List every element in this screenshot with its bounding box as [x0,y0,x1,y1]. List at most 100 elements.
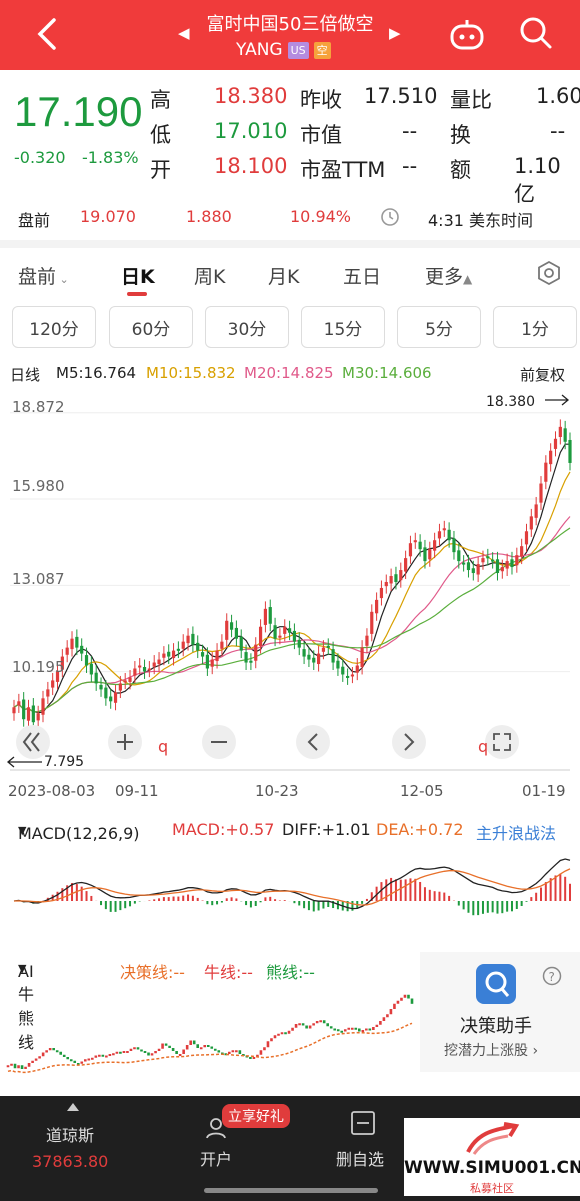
promo-badge[interactable]: 立享好礼 [222,1104,290,1128]
ai-candle [228,1051,231,1054]
tab-month[interactable]: 月K [268,262,299,289]
candle [89,663,93,675]
prev-stock-icon[interactable]: ◀ [178,24,190,42]
candle [254,644,258,661]
period-1m[interactable]: 1分 [493,306,577,348]
candle [442,528,446,531]
ai-candle [62,1054,66,1057]
ai-candle [238,1050,242,1054]
tab-week[interactable]: 周K [194,262,225,289]
candle [244,652,248,663]
ai-candle [185,1045,189,1050]
period-60m[interactable]: 60分 [109,306,193,348]
high-marker: 18.380 [486,394,535,410]
ai-candle [368,1028,372,1031]
candle [84,655,89,666]
ai-candle [175,1051,178,1054]
next-stock-icon[interactable]: ▶ [389,24,401,42]
event-q-icon[interactable]: q [478,737,488,756]
candle [336,660,340,669]
period-buttons: 120分 60分 30分 15分 5分 1分 [0,306,580,352]
caret-up-icon[interactable] [66,1102,80,1112]
open-label: 开 [150,158,171,182]
ai-candle [20,1065,24,1069]
premarket-change-pct: 10.94% [290,207,352,226]
y-tick-label: 10.195 [12,658,65,676]
watermark-site: WWW.SIMU001.CN [404,1158,580,1178]
candle [113,692,118,703]
candle [495,559,500,574]
period-120m[interactable]: 120分 [12,306,96,348]
ai-candle [365,1028,368,1031]
tab-premarket[interactable]: 盘前 ⌄ [18,262,69,289]
period-5m[interactable]: 5分 [397,306,481,348]
tab-more[interactable]: 更多▲ [425,262,472,289]
candle [534,504,538,518]
ai-candle [213,1048,217,1051]
ai-candle [375,1024,379,1027]
robot-icon[interactable] [448,16,486,52]
tab-day[interactable]: 日K [121,262,155,289]
help-icon[interactable]: ? [542,966,562,986]
index-name[interactable]: 道琼斯 [46,1122,94,1146]
low-marker: 7.795 [44,754,84,770]
chart-toolbar [16,725,519,759]
ai-candle [136,1047,140,1050]
search-icon[interactable] [518,15,554,51]
period-15m[interactable]: 15分 [301,306,385,348]
candle [205,654,209,669]
premarket-row: 盘前 19.070 1.880 10.94% 4:31 美东时间 [0,198,580,236]
ai-candle [133,1047,136,1050]
ai-candle [294,1024,298,1028]
candle [389,576,393,584]
ai-candle [312,1023,315,1026]
home-indicator [204,1188,378,1193]
candle [312,657,316,663]
candle [481,558,485,563]
candle [563,428,567,442]
pe-value: -- [402,154,418,178]
remove-watchlist-button[interactable]: 删自选 [336,1146,384,1170]
candle [94,672,98,684]
candle [31,705,35,723]
settings-icon[interactable] [536,260,562,286]
ai-candle [358,1028,361,1032]
candle [239,636,243,651]
x-tick-label: 10-23 [255,782,299,800]
macd-strategy-link[interactable]: 主升浪战法 [476,820,556,844]
ai-candle [287,1030,291,1034]
ai-candle [119,1051,122,1054]
ai-candle [322,1020,326,1024]
price-change: -0.320 [14,148,66,167]
prev-close-value: 17.510 [364,84,438,108]
ai-candle [329,1026,333,1029]
ai-candle [34,1058,38,1061]
open-account-button[interactable]: 开户 [200,1146,232,1170]
event-q-icon[interactable]: q [158,737,168,756]
kline-chart[interactable]: 18.872 15.980 13.087 10.195 18.380 7.795… [0,390,580,804]
mcap-label: 市值 [300,123,342,147]
last-price: 17.190 [14,88,143,135]
decision-assistant-card[interactable]: ? 决策助手 挖潜力上涨股 › [420,952,580,1072]
candle [191,633,195,645]
candle [433,540,437,551]
remove-watchlist-icon[interactable] [350,1110,376,1136]
candle [36,713,40,721]
candle [46,689,50,697]
candle [413,540,417,543]
ai-candle [55,1050,59,1053]
candle [181,641,185,649]
ai-candle [168,1045,171,1048]
candle [476,564,480,575]
tab-five-day[interactable]: 五日 [343,262,381,289]
candle [41,698,45,715]
back-icon[interactable] [34,16,62,52]
candle [466,562,471,571]
short-badge: 空 [313,41,331,59]
divider [0,240,580,248]
ai-candle [189,1040,192,1045]
period-30m[interactable]: 30分 [205,306,289,348]
candle [350,674,355,677]
ai-legend: AI牛熊线 ▼ 决策线:-- 牛线:-- 熊线:-- [0,956,420,1052]
adjust-mode[interactable]: 前复权 [520,364,565,385]
